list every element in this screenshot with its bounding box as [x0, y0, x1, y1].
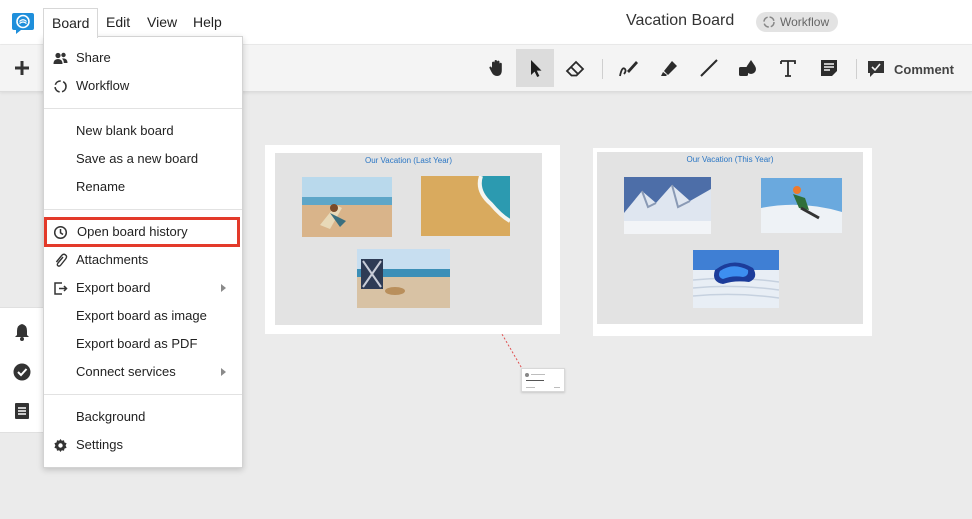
menu-item-export-board-as-image[interactable]: Export board as image	[44, 302, 242, 330]
menu-item-share[interactable]: Share	[44, 44, 242, 72]
menu-item-label: Export board as PDF	[76, 336, 198, 351]
menu-item-new-blank-board[interactable]: New blank board	[44, 117, 242, 145]
menu-item-label: Connect services	[76, 364, 176, 379]
sand-wave-photo[interactable]	[421, 176, 510, 236]
frame-background: Our Vacation (Last Year)	[275, 153, 542, 325]
paperclip-icon	[55, 253, 68, 267]
list-icon	[15, 403, 29, 419]
comment-line	[526, 380, 544, 381]
frame-this-year[interactable]: Our Vacation (This Year)	[593, 148, 872, 336]
menu-item-label: Save as a new board	[76, 151, 199, 166]
menu-divider	[44, 209, 242, 210]
menu-item-label: New blank board	[76, 123, 174, 138]
export-icon	[54, 282, 68, 295]
workflow-icon	[54, 80, 67, 93]
clock-icon	[53, 225, 68, 240]
beach-bag-photo[interactable]	[357, 249, 450, 308]
menu-divider	[44, 108, 242, 109]
comment-line	[554, 387, 560, 388]
menu-item-attachments[interactable]: Attachments	[44, 246, 242, 274]
submenu-arrow-icon	[221, 368, 226, 376]
menu-item-connect-services[interactable]: Connect services	[44, 358, 242, 386]
menu-item-label: Open board history	[77, 224, 188, 239]
notifications-button[interactable]	[12, 322, 32, 342]
frame-background: Our Vacation (This Year)	[597, 152, 863, 324]
menu-item-label: Share	[76, 50, 111, 65]
board-list-button[interactable]	[12, 401, 32, 421]
menu-item-label: Attachments	[76, 252, 149, 267]
menu-item-label: Rename	[76, 179, 126, 194]
comment-line	[531, 374, 545, 375]
submenu-arrow-icon	[221, 284, 226, 292]
snowy-mountains-photo[interactable]	[624, 177, 711, 234]
menu-item-background[interactable]: Background	[44, 403, 242, 431]
board-menu: Share Workflow New blank board Save as a…	[43, 36, 243, 468]
menu-item-rename[interactable]: Rename	[44, 173, 242, 201]
bell-icon	[15, 324, 29, 341]
check-circle-icon	[13, 363, 31, 381]
menu-item-settings[interactable]: Settings	[44, 431, 242, 459]
menu-divider	[44, 394, 242, 395]
menu-item-label: Export board	[76, 280, 151, 295]
menu-item-label: Background	[76, 409, 146, 424]
menu-item-label: Export board as image	[76, 308, 207, 323]
menu-item-workflow[interactable]: Workflow	[44, 72, 242, 100]
menu-item-label: Workflow	[76, 78, 130, 93]
frame-last-year[interactable]: Our Vacation (Last Year)	[265, 145, 560, 334]
ski-goggles-photo[interactable]	[693, 250, 779, 308]
menu-item-export-board-as-pdf[interactable]: Export board as PDF	[44, 330, 242, 358]
avatar	[525, 373, 529, 377]
menu-board[interactable]: Board	[43, 8, 99, 38]
menu-item-save-as-new-board[interactable]: Save as a new board	[44, 145, 242, 173]
share-users-icon	[53, 52, 68, 64]
frame-title: Our Vacation (Last Year)	[364, 156, 452, 165]
tasks-button[interactable]	[12, 362, 32, 382]
menu-item-label: Settings	[76, 437, 123, 452]
frame-title: Our Vacation (This Year)	[686, 155, 774, 164]
side-panel	[0, 307, 44, 433]
comment-card[interactable]	[521, 368, 565, 392]
gear-icon	[54, 439, 67, 452]
snowboarder-photo[interactable]	[761, 178, 842, 233]
menu-item-export-board[interactable]: Export board	[44, 274, 242, 302]
comment-line	[526, 387, 535, 388]
beach-chair-photo[interactable]	[302, 177, 392, 237]
menu-item-open-board-history[interactable]: Open board history	[44, 217, 240, 247]
